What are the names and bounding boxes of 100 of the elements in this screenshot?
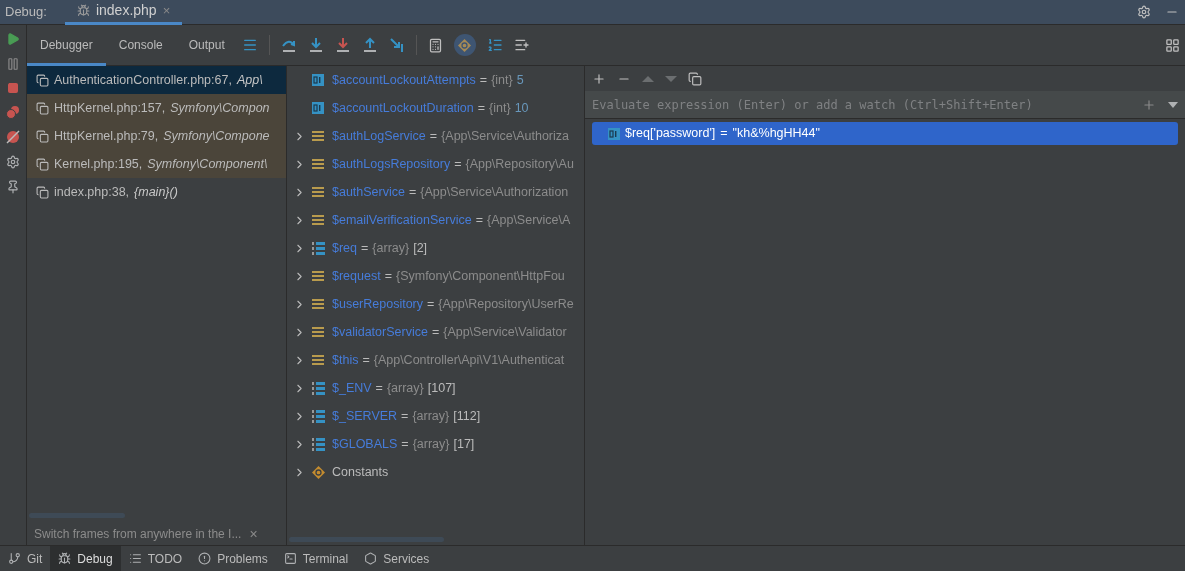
field-list-icon xyxy=(312,354,324,366)
add-icon[interactable] xyxy=(592,71,606,86)
frame-item[interactable]: HttpKernel.php:157, Symfony\Compon xyxy=(27,94,286,122)
settings-icon[interactable] xyxy=(1137,5,1151,19)
variable-name: $emailVerificationService xyxy=(332,211,472,229)
variable-value: 10 xyxy=(514,99,529,117)
variable-name: $accountLockoutDuration xyxy=(332,99,474,117)
tool-window-tab[interactable]: TODO xyxy=(120,546,191,571)
step-into-icon[interactable] xyxy=(307,37,324,53)
numbered-list-icon xyxy=(311,437,325,451)
variable-type: {App\Service\Validator xyxy=(443,323,567,341)
calculator-icon[interactable] xyxy=(427,37,443,53)
session-tab[interactable]: index.php × xyxy=(64,0,183,25)
dropdown-icon[interactable] xyxy=(1168,101,1178,108)
frame-icon xyxy=(36,129,49,143)
equals-sign: = xyxy=(401,435,409,453)
frame-context: Symfony\Compon xyxy=(170,99,270,117)
variable-type: {App\Controller\Api\V1\Authenticat xyxy=(373,351,565,369)
field-list-icon xyxy=(312,186,324,198)
pin-icon[interactable] xyxy=(6,180,20,194)
variable-name: $GLOBALS xyxy=(332,435,398,453)
frame-icon xyxy=(36,73,49,87)
field-list-icon xyxy=(312,326,324,338)
numbered-list-icon xyxy=(311,241,325,255)
list-icon xyxy=(128,552,142,565)
variable-type: {int} xyxy=(489,99,511,117)
variable-name: $_ENV xyxy=(332,379,372,397)
run-to-cursor-icon[interactable] xyxy=(388,37,405,53)
tab-title: index.php xyxy=(95,1,157,20)
variable-name: $authLogService xyxy=(332,127,426,145)
variable-name: $authLogsRepository xyxy=(332,155,451,173)
variable-name: $accountLockoutAttempts xyxy=(332,71,476,89)
close-icon[interactable]: × xyxy=(249,523,258,545)
tool-window-tab[interactable]: Services xyxy=(356,546,438,571)
tool-window-tab[interactable]: Terminal xyxy=(275,546,357,571)
frame-context: App\ xyxy=(236,71,263,89)
variable-name: $userRepository xyxy=(332,295,423,313)
step-out-icon[interactable] xyxy=(361,37,378,53)
variable-type: {array} xyxy=(412,407,450,425)
variable-type: {int} xyxy=(491,71,513,89)
tool-window-tab[interactable]: Debug xyxy=(50,546,121,571)
variable-name: $_SERVER xyxy=(332,407,398,425)
numbered-list-icon xyxy=(311,409,325,423)
add-list-icon[interactable] xyxy=(513,37,530,53)
equals-sign: = xyxy=(454,155,462,173)
equals-sign: = xyxy=(475,211,483,229)
menu-icon[interactable] xyxy=(241,37,258,53)
variable-type: {App\Service\Authorization xyxy=(420,183,569,201)
watch-expression: $req['password'] xyxy=(625,125,716,143)
watch-item[interactable]: $req['password'] = "kh&%hgHH44" xyxy=(592,122,1178,145)
constants-toggle-icon[interactable] xyxy=(453,34,476,56)
stop-icon[interactable] xyxy=(7,82,19,94)
tool-window-tab[interactable]: Git xyxy=(0,546,51,571)
bug-icon xyxy=(76,4,90,17)
variable-type: {array} xyxy=(386,379,424,397)
field-list-icon xyxy=(312,158,324,170)
variable-name: $authService xyxy=(332,183,405,201)
variable-name: $req xyxy=(332,239,358,257)
variable-type: {Symfony\Component\HttpFou xyxy=(395,267,565,285)
settings-icon[interactable] xyxy=(6,155,20,169)
frame-item[interactable]: index.php:38, {main}() xyxy=(27,178,286,206)
variable-type: {App\Service\Authoriza xyxy=(441,127,569,145)
alert-icon xyxy=(198,552,212,565)
tool-window-tab[interactable]: Problems xyxy=(190,546,276,571)
variable-value: 5 xyxy=(516,71,524,89)
frame-item[interactable]: AuthenticationController.php:67, App\ xyxy=(27,66,286,94)
frame-context: Symfony\Component\ xyxy=(147,155,268,173)
tab[interactable]: Console xyxy=(105,24,176,66)
resume-icon[interactable] xyxy=(6,32,20,46)
equals-sign: = xyxy=(477,99,486,117)
variable-type: {App\Service\A xyxy=(486,211,571,229)
variable-type: {App\Repository\UserRe xyxy=(438,295,574,313)
frame-location: Kernel.php:195, xyxy=(54,155,143,173)
equals-sign: = xyxy=(429,127,438,145)
equals-sign: = xyxy=(361,239,369,257)
duplicate-icon[interactable] xyxy=(688,71,702,86)
variable-name: $validatorService xyxy=(332,323,428,341)
tab[interactable]: Output xyxy=(175,24,238,66)
breakpoints-icon[interactable] xyxy=(6,105,20,119)
variable-value: [2] xyxy=(413,239,428,257)
frame-context: {main}() xyxy=(134,183,178,201)
field-list-icon xyxy=(312,130,324,142)
hexagon-icon xyxy=(364,552,378,565)
numbered-list-icon[interactable] xyxy=(486,37,503,53)
constant-icon xyxy=(311,465,325,479)
variable-type: {App\Repository\Au xyxy=(465,155,574,173)
frame-item[interactable]: Kernel.php:195, Symfony\Component\ xyxy=(27,150,286,178)
frame-location: HttpKernel.php:157, xyxy=(54,99,166,117)
force-step-into-icon[interactable] xyxy=(334,37,351,53)
primitive-icon xyxy=(608,127,620,140)
variable-type: {array} xyxy=(412,435,450,453)
layout-icon[interactable] xyxy=(1165,37,1180,53)
mute-breakpoints-icon[interactable] xyxy=(6,130,20,144)
frame-location: index.php:38, xyxy=(54,183,130,201)
watch-input[interactable]: Evaluate expression (Enter) or add a watch (Ctrl+Shift+Enter) xyxy=(585,91,1185,119)
pause-icon[interactable] xyxy=(6,57,20,71)
variable-value: [112] xyxy=(453,407,481,425)
variable-type: {array} xyxy=(372,239,410,257)
equals-sign: = xyxy=(479,71,488,89)
frame-item[interactable]: HttpKernel.php:79, Symfony\Compone xyxy=(27,122,286,150)
